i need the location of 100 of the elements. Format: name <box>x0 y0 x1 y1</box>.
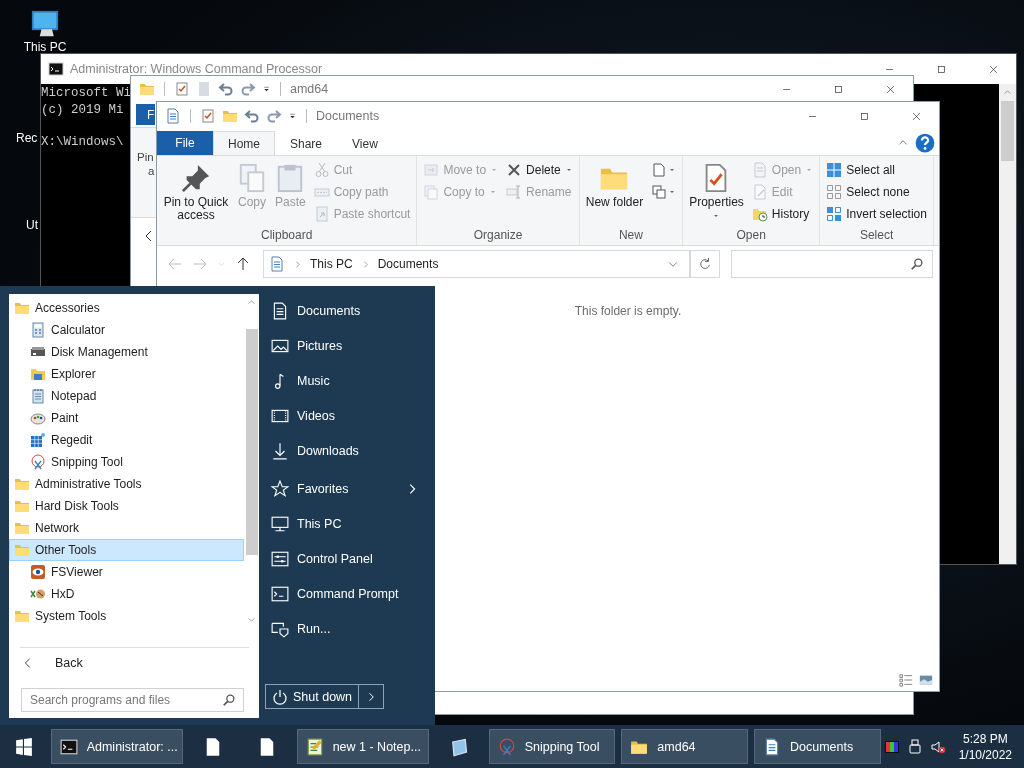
clock-date[interactable]: 1/10/2022 <box>958 746 1012 763</box>
program-item[interactable]: Snipping Tool <box>9 451 244 473</box>
program-item[interactable]: Disk Management <box>9 341 244 363</box>
properties-icon[interactable] <box>174 81 190 97</box>
ribbon-button[interactable]: New folder <box>582 159 647 209</box>
maximize-icon <box>832 83 844 95</box>
program-item[interactable]: Network <box>9 517 244 539</box>
folder-icon <box>14 300 30 316</box>
menu-item[interactable]: Videos <box>271 398 419 433</box>
desktop-icon-label[interactable]: Ut <box>26 218 38 232</box>
eye-icon <box>30 564 46 580</box>
ribbon-button[interactable]: Pin to Quick access <box>160 159 232 222</box>
breadcrumb-item[interactable]: Documents <box>377 257 439 271</box>
menu-item[interactable]: Music <box>271 363 419 398</box>
program-item[interactable]: Calculator <box>9 319 244 341</box>
desktop-icon-label[interactable]: Rec <box>16 131 38 145</box>
search-icon <box>910 257 924 271</box>
ribbon-button[interactable]: Properties <box>686 159 747 220</box>
menu-item[interactable]: Run... <box>271 611 419 646</box>
undo-icon[interactable] <box>244 108 260 124</box>
taskbar-button[interactable]: new 1 - Notep... <box>296 729 429 764</box>
folder-icon <box>30 366 46 382</box>
notepad-icon <box>30 388 46 404</box>
program-item[interactable]: System Tools <box>9 605 244 627</box>
taskbar-button[interactable]: Snipping Tool <box>488 729 616 764</box>
console-line: (c) 2019 Mi <box>41 101 124 118</box>
details-view-icon[interactable] <box>899 673 913 687</box>
program-item[interactable]: Other Tools <box>9 539 244 561</box>
ribbon-button[interactable]: Select none <box>823 181 930 203</box>
undo-icon[interactable] <box>218 81 234 97</box>
folder-icon <box>14 542 30 558</box>
program-item[interactable]: Hard Disk Tools <box>9 495 244 517</box>
ribbon-button[interactable]: Pin a <box>137 150 155 178</box>
console-line: Microsoft Wi <box>41 85 131 102</box>
help-icon[interactable] <box>915 133 935 153</box>
stacked-pages-icon <box>651 184 668 200</box>
redo-icon[interactable] <box>266 108 282 124</box>
volume-muted-icon[interactable] <box>929 738 946 755</box>
program-item[interactable]: Regedit <box>9 429 244 451</box>
ribbon-tab[interactable]: Home <box>213 131 275 155</box>
scroll-up-icon[interactable] <box>247 298 256 307</box>
ribbon-button[interactable]: Invert selection <box>823 203 930 225</box>
menu-item[interactable]: This PC <box>271 506 419 541</box>
color-bars-icon[interactable] <box>883 738 900 755</box>
monitor-icon[interactable] <box>30 10 60 38</box>
desktop-icon-label[interactable]: This PC <box>23 40 67 54</box>
shortcut-icon <box>313 206 330 222</box>
scroll-thumb[interactable] <box>1001 101 1014 161</box>
program-item[interactable]: Explorer <box>9 363 244 385</box>
search-field[interactable]: Search programs and files <box>21 688 244 712</box>
program-item[interactable]: Paint <box>9 407 244 429</box>
window-title: Documents <box>316 109 380 123</box>
taskbar-button[interactable]: amd64 <box>621 729 748 764</box>
ribbon-tab[interactable]: View <box>337 131 393 155</box>
program-item[interactable]: HxD <box>9 583 244 605</box>
scroll-up-icon[interactable] <box>1003 88 1012 97</box>
search-field[interactable] <box>731 250 933 278</box>
forward-arrow-icon[interactable] <box>192 256 208 272</box>
document-icon <box>269 256 285 272</box>
program-item[interactable]: Notepad <box>9 385 244 407</box>
ribbon-button[interactable]: Select all <box>823 159 930 181</box>
program-item[interactable]: Accessories <box>9 297 244 319</box>
caret-icon[interactable] <box>288 111 297 121</box>
menu-item[interactable]: Command Prompt <box>271 576 419 611</box>
properties-icon[interactable] <box>200 108 216 124</box>
chevron-icon[interactable] <box>293 259 302 269</box>
clock-time[interactable]: 5:28 PM <box>962 730 1008 747</box>
program-item[interactable]: FSViewer <box>9 561 244 583</box>
file-tab[interactable]: F <box>136 104 155 125</box>
large-icons-view-icon[interactable] <box>919 673 933 687</box>
ribbon-button[interactable]: History <box>748 203 817 225</box>
menu-item[interactable]: Control Panel <box>271 541 419 576</box>
scrollbar[interactable] <box>999 84 1016 564</box>
menu-item[interactable]: Documents <box>271 293 419 328</box>
taskbar-button[interactable]: Administrator: ... <box>50 729 183 764</box>
windows-logo-icon <box>14 737 33 756</box>
scroll-thumb[interactable] <box>246 329 258 555</box>
copy-pages-icon <box>423 184 440 200</box>
ribbon-button[interactable]: Delete <box>503 159 576 181</box>
menu-item[interactable]: Favorites <box>271 471 419 506</box>
refresh-button[interactable] <box>690 250 720 278</box>
usb-icon[interactable] <box>906 738 923 755</box>
menu-item[interactable]: Pictures <box>271 328 419 363</box>
menu-item[interactable]: Downloads <box>271 433 419 468</box>
redo-icon[interactable] <box>240 81 256 97</box>
rename-icon <box>506 184 523 200</box>
folder-icon[interactable] <box>139 81 155 97</box>
program-item[interactable]: Administrative Tools <box>9 473 244 495</box>
caret-icon[interactable] <box>262 84 271 94</box>
ribbon-tab[interactable]: Share <box>275 131 338 155</box>
taskbar-button[interactable]: Documents <box>753 729 881 764</box>
document-icon[interactable] <box>165 108 181 124</box>
invert-selection-icon <box>826 206 843 222</box>
scroll-down-icon[interactable] <box>247 615 256 624</box>
folder-icon[interactable] <box>222 108 238 124</box>
file-tab[interactable]: File <box>157 131 213 155</box>
address-bar[interactable]: This PC Documents <box>263 250 690 278</box>
up-arrow-icon[interactable] <box>235 256 251 272</box>
back-button[interactable]: Back <box>9 648 259 678</box>
breadcrumb-item[interactable]: This PC <box>310 257 353 271</box>
